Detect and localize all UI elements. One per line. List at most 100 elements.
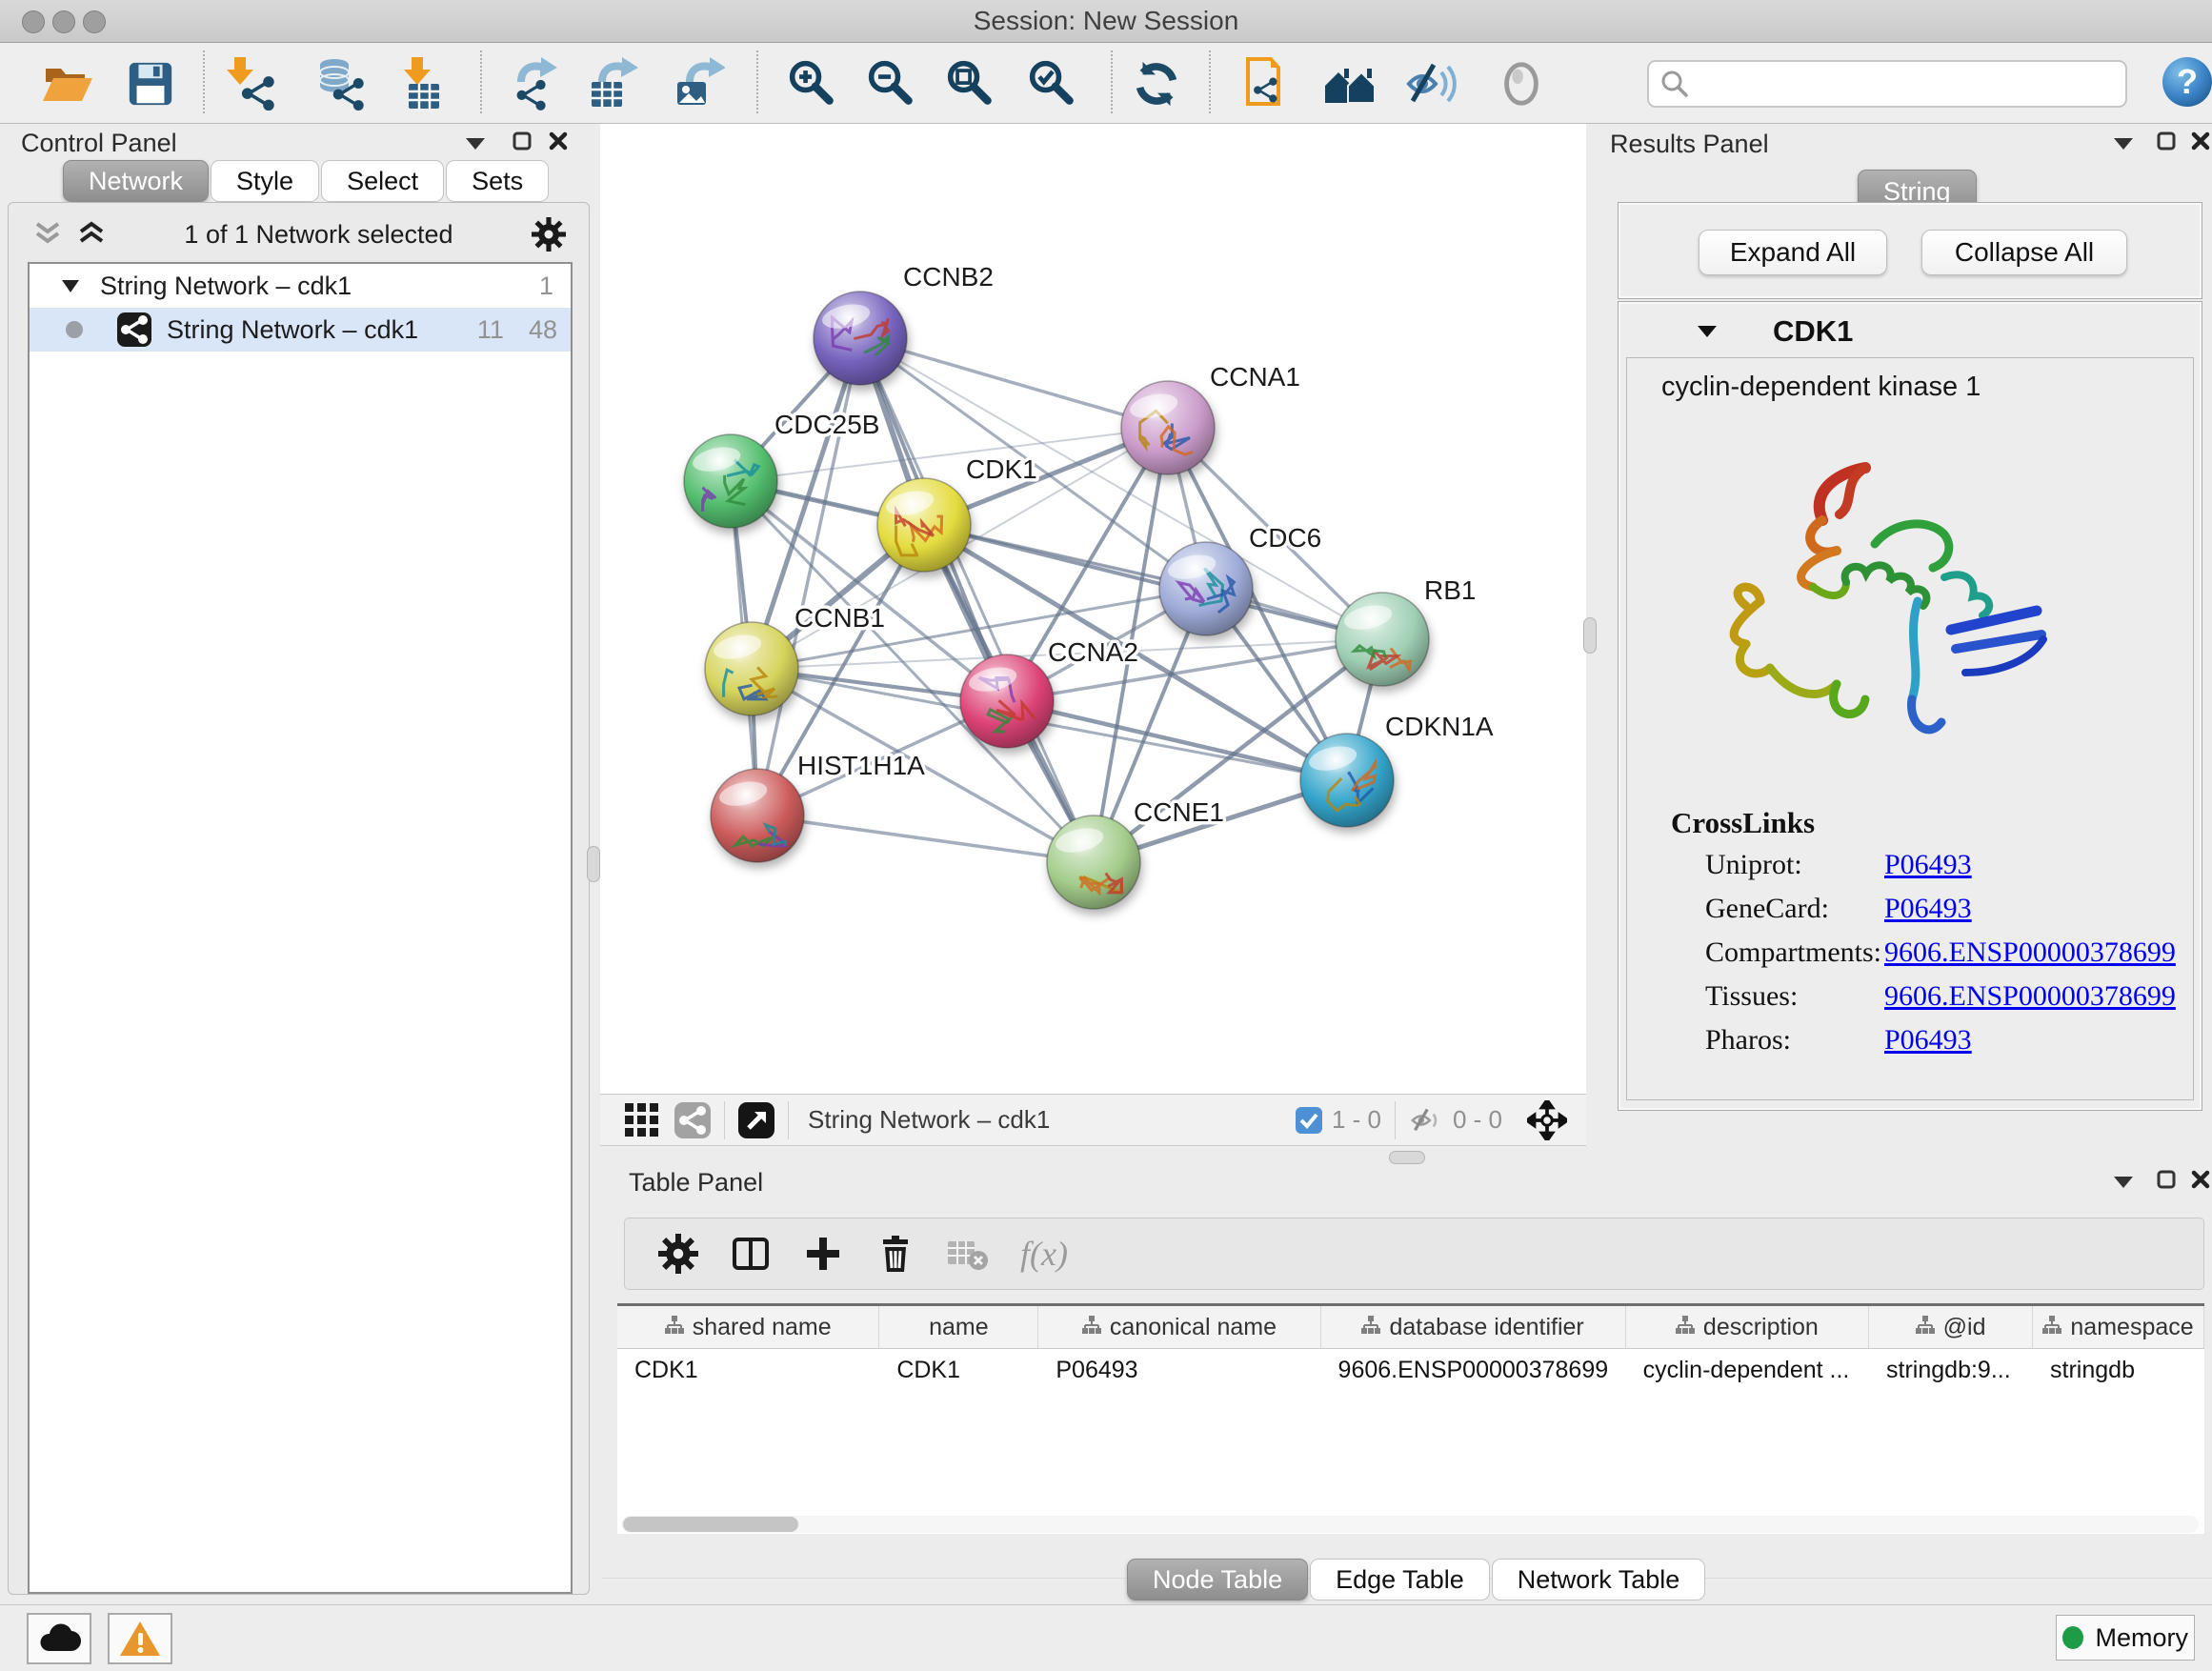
memory-button[interactable]: Memory	[2056, 1615, 2195, 1661]
results-buttons-box: Expand All Collapse All	[1618, 202, 2202, 299]
open-in-new-window-icon[interactable]	[738, 1102, 774, 1138]
network-node-RB1[interactable]: RB1	[1336, 575, 1476, 686]
column-header-name[interactable]: name	[879, 1306, 1038, 1348]
table-panel-float-icon[interactable]	[2157, 1170, 2176, 1189]
results-panel-close-icon[interactable]	[2191, 131, 2210, 151]
grid-view-icon[interactable]	[625, 1103, 659, 1137]
table-settings-button[interactable]	[652, 1230, 705, 1278]
import-network-file-button[interactable]	[220, 56, 281, 111]
export-network-button[interactable]	[503, 56, 564, 111]
network-node-CCNA1[interactable]: CCNA1	[1121, 362, 1300, 474]
tab-edge-table[interactable]: Edge Table	[1310, 1559, 1490, 1601]
warnings-button[interactable]	[108, 1613, 172, 1664]
import-table-file-button[interactable]	[392, 56, 452, 111]
zoom-fit-button[interactable]	[940, 56, 1001, 111]
selected-checkbox-icon[interactable]	[1296, 1107, 1322, 1134]
column-header-canonical-name[interactable]: canonical name	[1038, 1306, 1320, 1348]
network-edge[interactable]	[860, 338, 1168, 428]
graphics-details-button[interactable]	[1401, 56, 1462, 111]
column-header-namespace[interactable]: namespace	[2033, 1306, 2204, 1348]
table-panel-title: Table Panel	[629, 1166, 763, 1198]
tab-network[interactable]: Network	[63, 160, 209, 202]
export-image-button[interactable]	[668, 56, 729, 111]
column-header-description[interactable]: description	[1626, 1306, 1869, 1348]
collection-caret-icon[interactable]	[62, 280, 79, 292]
expand-all-button[interactable]: Expand All	[1699, 230, 1887, 275]
crosslink-link[interactable]: P06493	[1884, 1024, 1972, 1057]
tab-select[interactable]: Select	[321, 160, 444, 202]
network-share-icon[interactable]	[674, 1102, 711, 1138]
control-panel-float-icon[interactable]	[513, 131, 532, 151]
network-edge[interactable]	[757, 815, 1094, 862]
cloud-status-button[interactable]	[27, 1613, 91, 1664]
export-table-button[interactable]	[582, 56, 643, 111]
tab-node-table[interactable]: Node Table	[1127, 1559, 1308, 1601]
open-session-button[interactable]	[37, 56, 98, 111]
show-columns-button[interactable]	[724, 1230, 777, 1278]
search-input[interactable]	[1697, 69, 2125, 100]
gene-collapse-caret-icon[interactable]	[1697, 324, 1718, 339]
birdseye-button[interactable]	[1491, 56, 1552, 111]
crosslink-link[interactable]: 9606.ENSP00000378699	[1884, 936, 2176, 969]
collapse-all-icon[interactable]	[33, 221, 62, 248]
fit-selected-crosshair-icon[interactable]	[1527, 1100, 1567, 1140]
help-button[interactable]: ?	[2157, 54, 2212, 110]
network-row[interactable]: String Network – cdk1 11 48	[30, 308, 571, 352]
network-node-CCNB1[interactable]: CCNB1	[705, 603, 885, 715]
apply-layout-button[interactable]	[1126, 56, 1187, 111]
network-canvas[interactable]: CCNB2CCNA1CDC25BCDK1CDC6RB1CCNB1CCNA2CDK…	[600, 124, 1586, 1094]
zoom-in-button[interactable]	[782, 56, 843, 111]
tab-style[interactable]: Style	[211, 160, 319, 202]
expand-all-icon[interactable]	[77, 221, 106, 248]
protein-structure-image	[1679, 444, 2051, 768]
crosslink-link[interactable]: P06493	[1884, 849, 1972, 881]
crosslinks-title: CrossLinks	[1671, 806, 1815, 840]
crosslink-link[interactable]: P06493	[1884, 893, 1972, 925]
collapse-all-button[interactable]: Collapse All	[1921, 230, 2127, 275]
network-options-gear-icon[interactable]	[532, 217, 566, 252]
table-hscrollbar-thumb[interactable]	[623, 1517, 798, 1532]
column-header-database-identifier[interactable]: database identifier	[1321, 1306, 1626, 1348]
control-panel-close-icon[interactable]	[549, 131, 568, 151]
network-edge-count: 48	[529, 315, 557, 345]
zoom-in-icon	[788, 59, 837, 109]
gene-card-header[interactable]: CDK1	[1619, 308, 2202, 355]
function-builder-button[interactable]: f(x)	[1006, 1230, 1082, 1278]
column-header-shared-name[interactable]: shared name	[617, 1306, 879, 1348]
column-network-icon	[2042, 1314, 2061, 1341]
control-panel-menu-icon[interactable]	[465, 135, 486, 151]
import-database-icon	[313, 57, 367, 111]
delete-column-button[interactable]	[869, 1230, 922, 1278]
network-edge[interactable]	[860, 338, 1094, 862]
welcome-screen-button[interactable]	[1319, 56, 1380, 111]
delete-table-button[interactable]	[941, 1230, 995, 1278]
table-panel-menu-icon[interactable]	[2113, 1174, 2134, 1189]
results-panel-menu-icon[interactable]	[2113, 135, 2134, 151]
network-node-HIST1H1A[interactable]: HIST1H1A	[711, 751, 925, 862]
duplicate-network-button[interactable]	[1235, 56, 1296, 111]
tab-sets[interactable]: Sets	[446, 160, 549, 202]
left-splitter-handle[interactable]	[587, 846, 600, 882]
results-panel-float-icon[interactable]	[2157, 131, 2176, 151]
import-table-icon	[395, 57, 449, 111]
network-node-CDK1[interactable]: CDK1	[877, 454, 1037, 572]
table-gear-icon	[658, 1234, 698, 1274]
network-node-CDKN1A[interactable]: CDKN1A	[1300, 712, 1494, 827]
network-collection-row[interactable]: String Network – cdk1 1	[30, 264, 571, 308]
network-node-CCNB2[interactable]: CCNB2	[814, 262, 994, 385]
table-panel-close-icon[interactable]	[2191, 1170, 2210, 1189]
column-header-@id[interactable]: @id	[1869, 1306, 2033, 1348]
zoom-selected-button[interactable]	[1022, 56, 1083, 111]
import-network-database-button[interactable]	[310, 56, 371, 111]
crosslink-link[interactable]: 9606.ENSP00000378699	[1884, 980, 2176, 1013]
string-network-icon	[117, 312, 151, 347]
refresh-icon	[1131, 58, 1182, 110]
save-session-button[interactable]	[120, 56, 181, 111]
crosslink-row: GeneCard:P06493	[1627, 893, 2193, 936]
zoom-out-button[interactable]	[861, 56, 922, 111]
control-panel-tabs: NetworkStyleSelectSets	[63, 160, 551, 202]
tab-network-table[interactable]: Network Table	[1492, 1559, 1706, 1601]
create-column-button[interactable]	[796, 1230, 850, 1278]
table-row[interactable]: CDK1CDK1P064939606.ENSP00000378699cyclin…	[617, 1349, 2204, 1391]
memory-status-dot	[2062, 1626, 2083, 1649]
